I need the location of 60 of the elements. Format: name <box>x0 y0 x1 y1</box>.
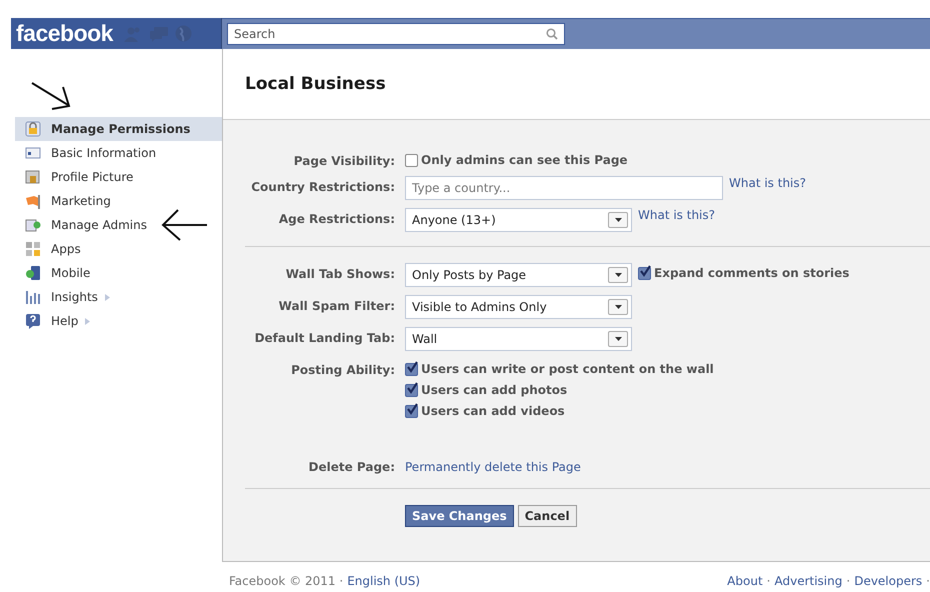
hand-drawn-arrow-icon <box>160 208 208 242</box>
sidebar-item[interactable]: Help <box>15 309 222 333</box>
field-label: Default Landing Tab: <box>254 331 395 345</box>
sidebar-item[interactable]: Mobile <box>15 261 222 285</box>
sidebar-item[interactable]: Manage Admins <box>15 213 222 237</box>
copyright-text: Facebook © 2011 · <box>229 574 344 588</box>
sidebar-item[interactable]: Insights <box>15 285 222 309</box>
sidebar-item[interactable]: Manage Permissions <box>15 117 222 141</box>
separator-text: · <box>926 574 930 588</box>
hand-drawn-arrow-icon <box>30 81 72 111</box>
footer-link[interactable]: Developers <box>854 574 922 588</box>
sidebar-item[interactable]: Basic Information <box>15 141 222 165</box>
search-field[interactable]: Search <box>227 23 565 45</box>
sidebar-item[interactable]: Apps <box>15 237 222 261</box>
help-link[interactable]: What is this? <box>638 208 716 222</box>
lock-icon <box>25 121 41 137</box>
field-label: Wall Tab Shows: <box>286 267 395 281</box>
photo-icon <box>25 169 41 185</box>
flag-icon <box>25 193 41 209</box>
field-label: Delete Page: <box>308 460 395 474</box>
page-title: Local Business <box>245 74 386 94</box>
checkbox-label: Users can write or post content on the wall <box>421 362 714 376</box>
save-button[interactable]: Save Changes <box>405 505 514 527</box>
help-icon <box>25 313 41 329</box>
dropdown[interactable]: Only Posts by Page <box>405 263 632 287</box>
field-label: Country Restrictions: <box>251 180 395 194</box>
sidebar-item[interactable]: Profile Picture <box>15 165 222 189</box>
search-icon[interactable] <box>546 28 558 40</box>
checkbox[interactable] <box>638 266 651 280</box>
dropdown[interactable]: Wall <box>405 327 632 351</box>
admin-add-icon <box>25 217 41 233</box>
checkbox-label: Users can add videos <box>421 404 565 418</box>
language-link[interactable]: English (US) <box>347 574 420 588</box>
country-input[interactable]: Type a country... <box>405 176 723 200</box>
checkbox[interactable] <box>405 362 418 376</box>
separator-text: · <box>846 574 850 588</box>
id-card-icon <box>25 145 41 161</box>
field-label: Age Restrictions: <box>278 212 395 226</box>
phone-icon <box>25 265 41 281</box>
checkbox-label: Only admins can see this Page <box>421 153 628 167</box>
field-label: Wall Spam Filter: <box>278 299 395 313</box>
dropdown[interactable]: Anyone (13+) <box>405 208 632 232</box>
dropdown[interactable]: Visible to Admins Only <box>405 295 632 319</box>
footer-link[interactable]: About <box>727 574 763 588</box>
sidebar-item[interactable]: Marketing <box>15 189 222 213</box>
field-label: Page Visibility: <box>294 154 395 168</box>
delete-page-link[interactable]: Permanently delete this Page <box>405 456 581 474</box>
checkbox-label: Expand comments on stories <box>654 266 850 280</box>
help-link[interactable]: What is this? <box>729 176 806 190</box>
checkbox[interactable] <box>405 404 418 418</box>
checkbox[interactable] <box>405 384 418 396</box>
field-label: Posting Ability: <box>291 363 395 377</box>
footer-link[interactable]: Advertising <box>774 574 842 588</box>
checkbox-label: Users can add photos <box>421 383 568 397</box>
apps-icon <box>25 241 41 257</box>
logo[interactable]: facebook <box>16 20 113 47</box>
bar-chart-icon <box>25 289 41 305</box>
checkbox[interactable] <box>405 154 418 166</box>
separator-text: · <box>766 574 770 588</box>
cancel-button[interactable]: Cancel <box>518 505 577 527</box>
